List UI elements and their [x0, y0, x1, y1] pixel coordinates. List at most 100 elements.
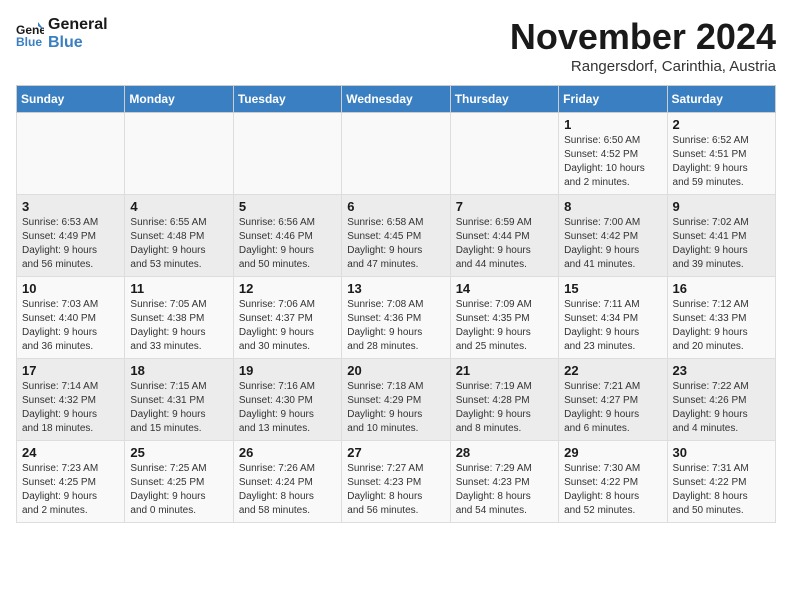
day-number: 21 — [456, 363, 553, 378]
calendar-table: SundayMondayTuesdayWednesdayThursdayFrid… — [16, 85, 776, 523]
day-number: 2 — [673, 117, 770, 132]
calendar-cell: 23 Sunrise: 7:22 AM Sunset: 4:26 PM Dayli… — [667, 359, 775, 441]
calendar-cell: 19 Sunrise: 7:16 AM Sunset: 4:30 PM Dayli… — [233, 359, 341, 441]
location-subtitle: Rangersdorf, Carinthia, Austria — [510, 58, 776, 75]
logo-line1: General — [48, 16, 108, 34]
day-info: Sunrise: 6:58 AM Sunset: 4:45 PM Dayligh… — [347, 216, 444, 272]
day-info: Sunrise: 7:02 AM Sunset: 4:41 PM Dayligh… — [673, 216, 770, 272]
calendar-cell: 7 Sunrise: 6:59 AM Sunset: 4:44 PM Daylig… — [450, 195, 558, 277]
day-number: 27 — [347, 445, 444, 460]
calendar-cell: 16Sunrise: 7:12 AM Sunset: 4:33 PM Dayli… — [667, 277, 775, 359]
day-number: 26 — [239, 445, 336, 460]
day-info: Sunrise: 7:16 AM Sunset: 4:30 PM Dayligh… — [239, 380, 336, 436]
calendar-cell: 2 Sunrise: 6:52 AM Sunset: 4:51 PM Daylig… — [667, 113, 775, 195]
week-row-3: 10 Sunrise: 7:03 AM Sunset: 4:40 PM Dayli… — [17, 277, 776, 359]
day-info: Sunrise: 7:18 AM Sunset: 4:29 PM Dayligh… — [347, 380, 444, 436]
day-number: 24 — [22, 445, 119, 460]
col-header-friday: Friday — [559, 86, 667, 113]
calendar-cell: 4 Sunrise: 6:55 AM Sunset: 4:48 PM Daylig… — [125, 195, 233, 277]
day-info: Sunrise: 6:52 AM Sunset: 4:51 PM Dayligh… — [673, 134, 770, 190]
calendar-cell — [342, 113, 450, 195]
day-info: Sunrise: 7:19 AM Sunset: 4:28 PM Dayligh… — [456, 380, 553, 436]
calendar-cell: 12 Sunrise: 7:06 AM Sunset: 4:37 PM Dayli… — [233, 277, 341, 359]
logo-icon: General Blue — [16, 20, 44, 48]
col-header-saturday: Saturday — [667, 86, 775, 113]
day-info: Sunrise: 6:56 AM Sunset: 4:46 PM Dayligh… — [239, 216, 336, 272]
day-info: Sunrise: 7:27 AM Sunset: 4:23 PM Dayligh… — [347, 462, 444, 518]
calendar-cell: 30Sunrise: 7:31 AM Sunset: 4:22 PM Dayli… — [667, 441, 775, 523]
day-number: 22 — [564, 363, 661, 378]
day-number: 12 — [239, 281, 336, 296]
day-number: 6 — [347, 199, 444, 214]
calendar-cell — [450, 113, 558, 195]
calendar-cell: 28 Sunrise: 7:29 AM Sunset: 4:23 PM Dayli… — [450, 441, 558, 523]
svg-text:Blue: Blue — [16, 35, 42, 48]
calendar-cell: 8Sunrise: 7:00 AM Sunset: 4:42 PM Daylig… — [559, 195, 667, 277]
col-header-thursday: Thursday — [450, 86, 558, 113]
week-row-1: 1 Sunrise: 6:50 AM Sunset: 4:52 PM Daylig… — [17, 113, 776, 195]
day-info: Sunrise: 7:22 AM Sunset: 4:26 PM Dayligh… — [673, 380, 770, 436]
col-header-monday: Monday — [125, 86, 233, 113]
day-info: Sunrise: 7:26 AM Sunset: 4:24 PM Dayligh… — [239, 462, 336, 518]
day-number: 19 — [239, 363, 336, 378]
header: General Blue General Blue November 2024 … — [16, 16, 776, 75]
day-number: 13 — [347, 281, 444, 296]
day-number: 28 — [456, 445, 553, 460]
day-number: 10 — [22, 281, 119, 296]
day-number: 15 — [564, 281, 661, 296]
logo-line2: Blue — [48, 34, 108, 52]
logo: General Blue General Blue — [16, 16, 108, 51]
col-header-tuesday: Tuesday — [233, 86, 341, 113]
calendar-cell: 1 Sunrise: 6:50 AM Sunset: 4:52 PM Daylig… — [559, 113, 667, 195]
day-number: 16 — [673, 281, 770, 296]
week-row-2: 3 Sunrise: 6:53 AM Sunset: 4:49 PM Daylig… — [17, 195, 776, 277]
day-info: Sunrise: 7:06 AM Sunset: 4:37 PM Dayligh… — [239, 298, 336, 354]
day-info: Sunrise: 7:09 AM Sunset: 4:35 PM Dayligh… — [456, 298, 553, 354]
day-number: 9 — [673, 199, 770, 214]
day-info: Sunrise: 6:55 AM Sunset: 4:48 PM Dayligh… — [130, 216, 227, 272]
day-info: Sunrise: 7:29 AM Sunset: 4:23 PM Dayligh… — [456, 462, 553, 518]
day-number: 23 — [673, 363, 770, 378]
day-number: 1 — [564, 117, 661, 132]
title-area: November 2024 Rangersdorf, Carinthia, Au… — [510, 16, 776, 75]
calendar-cell: 29Sunrise: 7:30 AM Sunset: 4:22 PM Dayli… — [559, 441, 667, 523]
day-number: 29 — [564, 445, 661, 460]
calendar-cell: 11 Sunrise: 7:05 AM Sunset: 4:38 PM Dayli… — [125, 277, 233, 359]
day-number: 14 — [456, 281, 553, 296]
col-header-sunday: Sunday — [17, 86, 125, 113]
calendar-cell: 21 Sunrise: 7:19 AM Sunset: 4:28 PM Dayli… — [450, 359, 558, 441]
calendar-cell: 18Sunrise: 7:15 AM Sunset: 4:31 PM Dayli… — [125, 359, 233, 441]
calendar-cell: 5Sunrise: 6:56 AM Sunset: 4:46 PM Daylig… — [233, 195, 341, 277]
day-number: 3 — [22, 199, 119, 214]
day-info: Sunrise: 6:53 AM Sunset: 4:49 PM Dayligh… — [22, 216, 119, 272]
calendar-cell: 14 Sunrise: 7:09 AM Sunset: 4:35 PM Dayli… — [450, 277, 558, 359]
calendar-cell: 27 Sunrise: 7:27 AM Sunset: 4:23 PM Dayli… — [342, 441, 450, 523]
calendar-cell — [17, 113, 125, 195]
day-number: 11 — [130, 281, 227, 296]
day-info: Sunrise: 7:21 AM Sunset: 4:27 PM Dayligh… — [564, 380, 661, 436]
calendar-cell: 22 Sunrise: 7:21 AM Sunset: 4:27 PM Dayli… — [559, 359, 667, 441]
calendar-cell: 6 Sunrise: 6:58 AM Sunset: 4:45 PM Daylig… — [342, 195, 450, 277]
day-info: Sunrise: 6:50 AM Sunset: 4:52 PM Dayligh… — [564, 134, 661, 190]
calendar-cell: 17Sunrise: 7:14 AM Sunset: 4:32 PM Dayli… — [17, 359, 125, 441]
calendar-cell — [125, 113, 233, 195]
day-info: Sunrise: 7:03 AM Sunset: 4:40 PM Dayligh… — [22, 298, 119, 354]
day-info: Sunrise: 7:23 AM Sunset: 4:25 PM Dayligh… — [22, 462, 119, 518]
col-header-wednesday: Wednesday — [342, 86, 450, 113]
day-info: Sunrise: 7:08 AM Sunset: 4:36 PM Dayligh… — [347, 298, 444, 354]
day-info: Sunrise: 6:59 AM Sunset: 4:44 PM Dayligh… — [456, 216, 553, 272]
day-info: Sunrise: 7:05 AM Sunset: 4:38 PM Dayligh… — [130, 298, 227, 354]
day-info: Sunrise: 7:00 AM Sunset: 4:42 PM Dayligh… — [564, 216, 661, 272]
day-number: 20 — [347, 363, 444, 378]
week-row-4: 17Sunrise: 7:14 AM Sunset: 4:32 PM Dayli… — [17, 359, 776, 441]
day-number: 7 — [456, 199, 553, 214]
calendar-cell: 26 Sunrise: 7:26 AM Sunset: 4:24 PM Dayli… — [233, 441, 341, 523]
calendar-cell: 15 Sunrise: 7:11 AM Sunset: 4:34 PM Dayli… — [559, 277, 667, 359]
day-info: Sunrise: 7:31 AM Sunset: 4:22 PM Dayligh… — [673, 462, 770, 518]
calendar-cell: 3 Sunrise: 6:53 AM Sunset: 4:49 PM Daylig… — [17, 195, 125, 277]
day-info: Sunrise: 7:11 AM Sunset: 4:34 PM Dayligh… — [564, 298, 661, 354]
month-title: November 2024 — [510, 16, 776, 58]
calendar-cell: 24 Sunrise: 7:23 AM Sunset: 4:25 PM Dayli… — [17, 441, 125, 523]
day-number: 4 — [130, 199, 227, 214]
day-info: Sunrise: 7:15 AM Sunset: 4:31 PM Dayligh… — [130, 380, 227, 436]
